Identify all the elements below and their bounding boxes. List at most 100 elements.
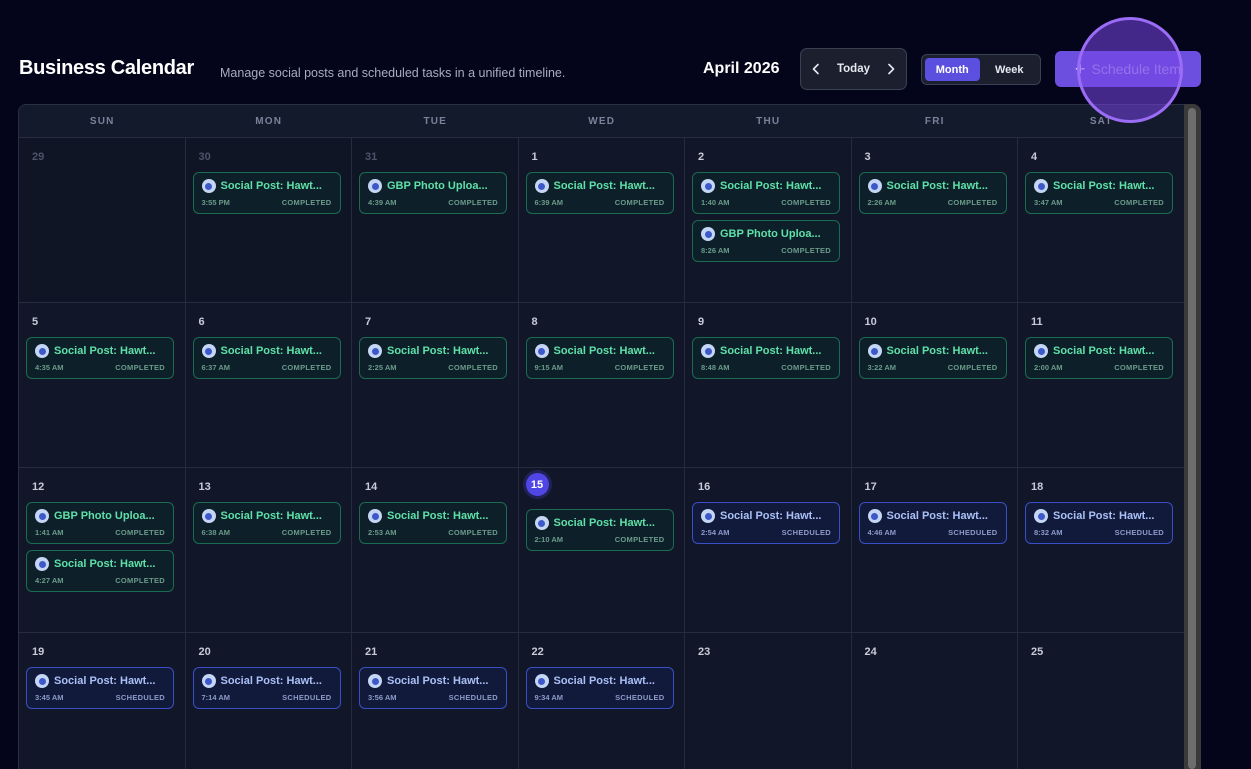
chevron-right-icon[interactable]	[884, 62, 898, 76]
day-number: 18	[1031, 481, 1044, 493]
day-number: 22	[531, 646, 544, 658]
calendar-event[interactable]: Social Post: Hawt... 3:55 PM COMPLETED	[192, 172, 341, 214]
day-number: 20	[198, 646, 211, 658]
event-header: Social Post: Hawt...	[701, 179, 831, 193]
event-title: Social Post: Hawt...	[553, 180, 655, 192]
event-meta: 3:22 AM COMPLETED	[868, 363, 998, 372]
event-header: Social Post: Hawt...	[35, 344, 165, 358]
event-status: COMPLETED	[614, 198, 665, 207]
event-title: Social Post: Hawt...	[54, 345, 156, 357]
weekday-header-row: SUN MON TUE WED THU FRI SAT	[19, 105, 1185, 138]
calendar-day-cell[interactable]: 22 Social Post: Hawt... 9:34 AM SCHEDULED	[518, 633, 685, 769]
calendar-day-cell[interactable]: 29	[19, 138, 186, 303]
calendar-day-cell[interactable]: 24	[851, 633, 1018, 769]
calendar-day-cell[interactable]: 31 GBP Photo Uploa... 4:39 AM COMPLETED	[352, 138, 519, 303]
event-header: GBP Photo Uploa...	[701, 227, 831, 241]
calendar-day-cell[interactable]: 21 Social Post: Hawt... 3:56 AM SCHEDULED	[352, 633, 519, 769]
calendar-event[interactable]: Social Post: Hawt... 6:37 AM COMPLETED	[192, 337, 341, 379]
calendar-event[interactable]: Social Post: Hawt... 8:32 AM SCHEDULED	[1025, 502, 1173, 544]
week-view-button[interactable]: Week	[982, 58, 1038, 81]
calendar-event[interactable]: GBP Photo Uploa... 4:39 AM COMPLETED	[359, 172, 507, 214]
calendar-event[interactable]: Social Post: Hawt... 9:34 AM SCHEDULED	[525, 667, 674, 709]
calendar-day-cell[interactable]: 17 Social Post: Hawt... 4:46 AM SCHEDULED	[851, 468, 1018, 633]
calendar-day-cell[interactable]: 18 Social Post: Hawt... 8:32 AM SCHEDULED	[1018, 468, 1185, 633]
calendar-day-cell[interactable]: 3 Social Post: Hawt... 2:26 AM COMPLETED	[851, 138, 1018, 303]
calendar-event[interactable]: Social Post: Hawt... 6:38 AM COMPLETED	[192, 502, 341, 544]
event-meta: 6:38 AM COMPLETED	[202, 528, 332, 537]
calendar-day-cell[interactable]: 7 Social Post: Hawt... 2:25 AM COMPLETED	[352, 303, 519, 468]
calendar-event[interactable]: Social Post: Hawt... 2:54 AM SCHEDULED	[692, 502, 840, 544]
day-number: 23	[698, 646, 711, 658]
event-status: SCHEDULED	[615, 693, 665, 702]
event-status: COMPLETED	[115, 363, 165, 372]
event-title: Social Post: Hawt...	[1053, 180, 1155, 192]
event-status: COMPLETED	[115, 576, 165, 585]
event-header: Social Post: Hawt...	[35, 557, 165, 571]
calendar-event[interactable]: Social Post: Hawt... 3:45 AM SCHEDULED	[26, 667, 174, 709]
day-number: 21	[365, 646, 378, 658]
calendar-day-cell[interactable]: 1 Social Post: Hawt... 6:39 AM COMPLETED	[518, 138, 685, 303]
scrollbar-thumb[interactable]	[1188, 108, 1196, 769]
calendar-day-cell[interactable]: 5 Social Post: Hawt... 4:35 AM COMPLETED	[19, 303, 186, 468]
calendar-event[interactable]: Social Post: Hawt... 2:26 AM COMPLETED	[858, 172, 1007, 214]
day-number: 11	[1031, 316, 1043, 328]
schedule-item-button[interactable]: + Schedule Item	[1055, 51, 1201, 87]
event-time: 3:45 AM	[35, 693, 64, 702]
avatar-icon	[35, 509, 49, 523]
calendar-event[interactable]: Social Post: Hawt... 7:14 AM SCHEDULED	[192, 667, 341, 709]
day-number: 3	[864, 151, 871, 163]
event-time: 2:26 AM	[867, 198, 896, 207]
calendar-day-cell[interactable]: 13 Social Post: Hawt... 6:38 AM COMPLETED	[185, 468, 352, 633]
scrollbar[interactable]	[1184, 104, 1201, 769]
month-view-button[interactable]: Month	[925, 58, 980, 81]
calendar-event[interactable]: Social Post: Hawt... 3:47 AM COMPLETED	[1025, 172, 1173, 214]
calendar-event[interactable]: Social Post: Hawt... 3:56 AM SCHEDULED	[359, 667, 507, 709]
event-time: 3:22 AM	[867, 363, 896, 372]
calendar-day-cell[interactable]: 8 Social Post: Hawt... 9:15 AM COMPLETED	[518, 303, 685, 468]
calendar-day-cell[interactable]: 14 Social Post: Hawt... 2:53 AM COMPLETED	[352, 468, 519, 633]
plus-icon: +	[1074, 58, 1086, 79]
calendar-day-cell[interactable]: 20 Social Post: Hawt... 7:14 AM SCHEDULED	[185, 633, 352, 769]
calendar-day-cell[interactable]: 10 Social Post: Hawt... 3:22 AM COMPLETED	[851, 303, 1018, 468]
calendar-day-cell[interactable]: 2 Social Post: Hawt... 1:40 AM COMPLETED GBP…	[685, 138, 852, 303]
calendar-event[interactable]: GBP Photo Uploa... 8:26 AM COMPLETED	[692, 220, 840, 262]
calendar-event[interactable]: Social Post: Hawt... 2:53 AM COMPLETED	[359, 502, 507, 544]
calendar-event[interactable]: Social Post: Hawt... 4:46 AM SCHEDULED	[858, 502, 1007, 544]
calendar-event[interactable]: Social Post: Hawt... 1:40 AM COMPLETED	[692, 172, 840, 214]
calendar-day-cell[interactable]: 16 Social Post: Hawt... 2:54 AM SCHEDULED	[685, 468, 852, 633]
calendar-day-cell[interactable]: 25	[1018, 633, 1185, 769]
event-meta: 2:10 AM COMPLETED	[535, 535, 665, 544]
calendar-day-cell[interactable]: 15 Social Post: Hawt... 2:10 AM COMPLETED	[518, 468, 685, 633]
event-status: COMPLETED	[281, 363, 332, 372]
day-number: 10	[864, 316, 877, 328]
calendar-event[interactable]: GBP Photo Uploa... 1:41 AM COMPLETED	[26, 502, 174, 544]
event-header: Social Post: Hawt...	[1034, 179, 1164, 193]
calendar-day-cell[interactable]: 4 Social Post: Hawt... 3:47 AM COMPLETED	[1018, 138, 1185, 303]
calendar-day-cell[interactable]: 30 Social Post: Hawt... 3:55 PM COMPLETED	[185, 138, 352, 303]
today-button[interactable]: Today	[837, 63, 870, 75]
calendar-event[interactable]: Social Post: Hawt... 2:10 AM COMPLETED	[525, 509, 674, 551]
calendar-event[interactable]: Social Post: Hawt... 9:15 AM COMPLETED	[525, 337, 674, 379]
event-header: Social Post: Hawt...	[701, 509, 831, 523]
event-meta: 8:26 AM COMPLETED	[701, 246, 831, 255]
event-meta: 8:32 AM SCHEDULED	[1034, 528, 1164, 537]
calendar-event[interactable]: Social Post: Hawt... 4:27 AM COMPLETED	[26, 550, 174, 592]
calendar-day-cell[interactable]: 11 Social Post: Hawt... 2:00 AM COMPLETED	[1018, 303, 1185, 468]
calendar-event[interactable]: Social Post: Hawt... 2:00 AM COMPLETED	[1025, 337, 1173, 379]
event-status: COMPLETED	[448, 198, 498, 207]
event-title: Social Post: Hawt...	[886, 180, 988, 192]
event-status: SCHEDULED	[448, 693, 498, 702]
calendar-event[interactable]: Social Post: Hawt... 8:48 AM COMPLETED	[692, 337, 840, 379]
calendar-event[interactable]: Social Post: Hawt... 4:35 AM COMPLETED	[26, 337, 174, 379]
calendar-event[interactable]: Social Post: Hawt... 6:39 AM COMPLETED	[525, 172, 674, 214]
weekday-label: SUN	[89, 116, 115, 127]
calendar-day-cell[interactable]: 19 Social Post: Hawt... 3:45 AM SCHEDULED	[19, 633, 186, 769]
event-meta: 3:56 AM SCHEDULED	[368, 693, 498, 702]
calendar-day-cell[interactable]: 12 GBP Photo Uploa... 1:41 AM COMPLETED Soci…	[19, 468, 186, 633]
calendar-event[interactable]: Social Post: Hawt... 2:25 AM COMPLETED	[359, 337, 507, 379]
calendar-day-cell[interactable]: 23	[685, 633, 852, 769]
calendar-day-cell[interactable]: 9 Social Post: Hawt... 8:48 AM COMPLETED	[685, 303, 852, 468]
calendar-day-cell[interactable]: 6 Social Post: Hawt... 6:37 AM COMPLETED	[185, 303, 352, 468]
chevron-left-icon[interactable]	[809, 62, 823, 76]
calendar-event[interactable]: Social Post: Hawt... 3:22 AM COMPLETED	[858, 337, 1007, 379]
